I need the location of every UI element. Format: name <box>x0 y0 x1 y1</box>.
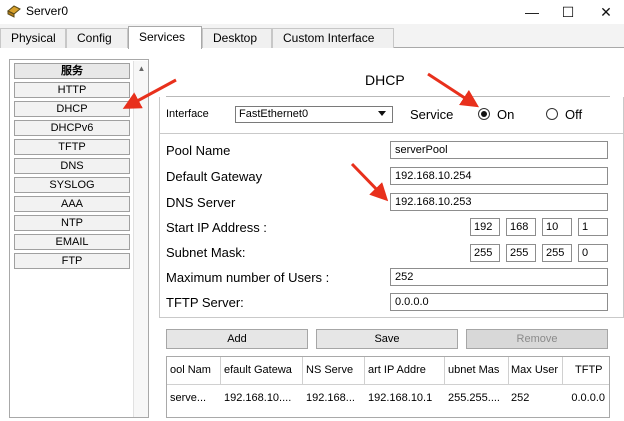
window-title: Server0 <box>26 4 69 18</box>
services-header: 服务 <box>14 63 130 79</box>
subnet-mask-octet[interactable]: 255 <box>542 244 572 262</box>
service-item-dhcpv6[interactable]: DHCPv6 <box>14 120 130 136</box>
tab-custom-interface[interactable]: Custom Interface <box>272 28 394 48</box>
service-item-ftp[interactable]: FTP <box>14 253 130 269</box>
table-header[interactable]: TFTP <box>563 357 609 384</box>
table-header[interactable]: art IP Addre <box>365 357 445 384</box>
tftp-server-input[interactable]: 0.0.0.0 <box>390 293 608 311</box>
table-cell[interactable]: 192.168... <box>306 385 364 411</box>
default-gateway-label: Default Gateway <box>166 169 263 184</box>
default-gateway-input[interactable]: 192.168.10.254 <box>390 167 608 185</box>
dns-server-input[interactable]: 192.168.10.253 <box>390 193 608 211</box>
chevron-down-icon[interactable] <box>378 111 386 116</box>
close-button[interactable]: ✕ <box>588 0 624 24</box>
app-icon <box>6 4 22 18</box>
service-off-label[interactable]: Off <box>565 107 582 122</box>
start-ip-octet[interactable]: 1 <box>578 218 608 236</box>
tab-services[interactable]: Services <box>128 26 202 49</box>
pool-name-input[interactable]: serverPool <box>390 141 608 159</box>
dhcp-title: DHCP <box>365 72 405 88</box>
service-item-dhcp[interactable]: DHCP <box>14 101 130 117</box>
service-item-ntp[interactable]: NTP <box>14 215 130 231</box>
minimize-button[interactable]: — <box>514 0 550 24</box>
pool-table: ool Nam efault Gatewa NS Serve art IP Ad… <box>166 356 610 418</box>
table-cell[interactable]: 192.168.10.1 <box>368 385 444 411</box>
tftp-server-label: TFTP Server: <box>166 295 244 310</box>
interface-select[interactable]: FastEthernet0 <box>235 106 393 123</box>
table-header[interactable]: ool Nam <box>167 357 221 384</box>
tab-physical[interactable]: Physical <box>0 28 66 48</box>
table-header[interactable]: ubnet Mas <box>445 357 509 384</box>
service-on-radio[interactable] <box>478 108 490 120</box>
pool-name-label: Pool Name <box>166 143 231 158</box>
service-item-dns[interactable]: DNS <box>14 158 130 174</box>
tab-config[interactable]: Config <box>66 28 128 48</box>
start-ip-octet[interactable]: 10 <box>542 218 572 236</box>
table-header[interactable]: NS Serve <box>303 357 365 384</box>
table-cell[interactable]: 252 <box>511 385 561 411</box>
table-cell[interactable]: 255.255.... <box>448 385 508 411</box>
table-header[interactable]: efault Gatewa <box>221 357 303 384</box>
services-scrollbar[interactable]: ▲ <box>133 61 148 417</box>
table-cell[interactable]: 0.0.0.0 <box>565 385 609 411</box>
service-item-email[interactable]: EMAIL <box>14 234 130 250</box>
start-ip-octet[interactable]: 192 <box>470 218 500 236</box>
title-bar: Server0 — ☐ ✕ <box>0 0 624 24</box>
maximize-button[interactable]: ☐ <box>550 0 586 24</box>
table-header[interactable]: Max User <box>509 357 563 384</box>
subnet-mask-octet[interactable]: 0 <box>578 244 608 262</box>
start-ip-input: 192 168 10 1 <box>470 218 610 236</box>
subnet-mask-input: 255 255 255 0 <box>470 244 610 262</box>
service-off-radio[interactable] <box>546 108 558 120</box>
subnet-mask-label: Subnet Mask: <box>166 245 246 260</box>
subnet-mask-octet[interactable]: 255 <box>470 244 500 262</box>
max-users-input[interactable]: 252 <box>390 268 608 286</box>
service-on-label[interactable]: On <box>497 107 514 122</box>
save-button[interactable]: Save <box>316 329 458 349</box>
tab-desktop[interactable]: Desktop <box>202 28 272 48</box>
subnet-mask-octet[interactable]: 255 <box>506 244 536 262</box>
remove-button[interactable]: Remove <box>466 329 608 349</box>
service-item-tftp[interactable]: TFTP <box>14 139 130 155</box>
start-ip-label: Start IP Address : <box>166 220 267 235</box>
add-button[interactable]: Add <box>166 329 308 349</box>
table-cell[interactable]: 192.168.10.... <box>224 385 302 411</box>
service-item-syslog[interactable]: SYSLOG <box>14 177 130 193</box>
start-ip-octet[interactable]: 168 <box>506 218 536 236</box>
service-item-http[interactable]: HTTP <box>14 82 130 98</box>
dns-server-label: DNS Server <box>166 195 236 210</box>
interface-label: Interface <box>166 108 209 120</box>
service-item-aaa[interactable]: AAA <box>14 196 130 212</box>
table-cell[interactable]: serve... <box>170 385 220 411</box>
services-list: 服务 HTTP DHCP DHCPv6 TFTP DNS SYSLOG AAA … <box>9 59 149 418</box>
max-users-label: Maximum number of Users : <box>166 270 330 285</box>
scroll-up-icon[interactable]: ▲ <box>136 63 147 74</box>
service-label: Service <box>410 107 454 122</box>
